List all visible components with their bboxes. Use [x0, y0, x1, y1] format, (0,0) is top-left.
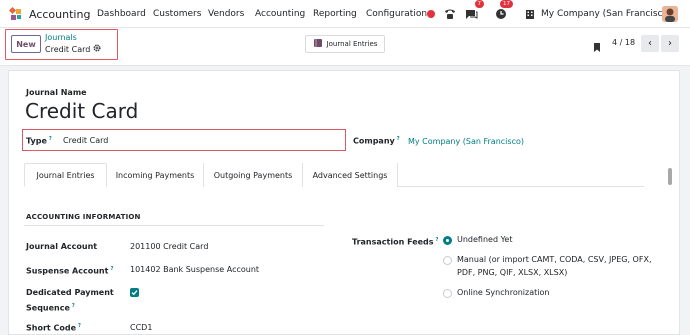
suspense-account-label-text: Suspense Account: [26, 266, 109, 276]
short-code-label-text: Short Code: [26, 323, 77, 333]
suspense-account-field[interactable]: 101402 Bank Suspense Account: [130, 265, 259, 274]
radio-manual-label-line2[interactable]: PDF, PNG, QIF, XLSX, XLSX): [457, 267, 567, 279]
smart-button-label: Journal Entries: [326, 40, 378, 48]
journal-account-label: Journal Account: [26, 242, 98, 251]
dedicated-sequence-checkbox[interactable]: [130, 288, 139, 297]
menu-configuration[interactable]: Configuration: [366, 0, 427, 28]
app-switcher-icon[interactable]: [9, 0, 23, 28]
dedicated-sequence-label: Dedicated Payment Sequence?: [26, 286, 114, 315]
pager-previous-button[interactable]: ‹: [641, 35, 659, 52]
radio-manual[interactable]: [443, 256, 452, 265]
journal-entries-smart-button[interactable]: Journal Entries: [305, 35, 385, 53]
company-label: Company?: [353, 136, 400, 146]
user-avatar[interactable]: [662, 6, 678, 22]
tab-incoming-payments[interactable]: Incoming Payments: [107, 163, 203, 187]
suspense-account-label: Suspense Account?: [26, 263, 113, 278]
section-title: ACCOUNTING INFORMATION: [26, 213, 141, 221]
phone-icon[interactable]: [444, 0, 456, 28]
breadcrumb-current-label: Credit Card: [45, 44, 91, 54]
type-field[interactable]: Credit Card: [63, 136, 108, 145]
menu-reporting[interactable]: Reporting: [313, 0, 357, 28]
transaction-feeds-label-text: Transaction Feeds: [352, 237, 434, 247]
activities-badge: 17: [500, 0, 513, 8]
radio-undefined-yet[interactable]: [443, 236, 452, 245]
book-icon: [313, 38, 323, 50]
help-tooltip-icon[interactable]: ?: [78, 323, 81, 329]
tab-outgoing-payments[interactable]: Outgoing Payments: [203, 163, 302, 187]
messages-badge: 7: [474, 0, 484, 8]
breadcrumb-journals[interactable]: Journals: [45, 33, 77, 42]
new-button[interactable]: New: [11, 35, 41, 53]
tab-advanced-settings[interactable]: Advanced Settings: [302, 163, 398, 187]
checkmark-icon: [131, 290, 138, 296]
help-tooltip-icon[interactable]: ?: [397, 136, 400, 142]
menu-dashboard[interactable]: Dashboard: [97, 0, 146, 28]
recording-indicator[interactable]: [427, 0, 435, 28]
chevron-left-icon: ‹: [648, 38, 652, 49]
dedicated-sequence-label-line2: Sequence: [26, 303, 70, 313]
company-label-text: Company: [353, 136, 395, 146]
radio-undefined-yet-label[interactable]: Undefined Yet: [457, 234, 512, 246]
top-navbar: Accounting Dashboard Customers Vendors A…: [0, 0, 690, 28]
type-label: Type?: [26, 136, 52, 146]
app-name[interactable]: Accounting: [29, 0, 90, 28]
radio-online-sync[interactable]: [443, 289, 452, 298]
company-switcher-icon[interactable]: [525, 0, 535, 28]
pager-value[interactable]: 4 / 18: [612, 38, 635, 47]
help-tooltip-icon[interactable]: ?: [49, 136, 52, 142]
journal-account-field[interactable]: 201100 Credit Card: [130, 242, 208, 251]
help-tooltip-icon[interactable]: ?: [436, 237, 439, 243]
company-field[interactable]: My Company (San Francisco): [408, 137, 524, 146]
bookmark-icon[interactable]: [592, 38, 602, 57]
journal-name-label: Journal Name: [26, 88, 87, 97]
short-code-field[interactable]: CCD1: [130, 323, 152, 332]
type-label-text: Type: [26, 136, 47, 146]
help-tooltip-icon[interactable]: ?: [110, 266, 113, 272]
help-tooltip-icon[interactable]: ?: [72, 303, 75, 309]
pager-next-button[interactable]: ›: [661, 35, 679, 52]
messages-icon[interactable]: 7: [465, 0, 484, 28]
short-code-label: Short Code?: [26, 320, 81, 335]
radio-online-sync-label[interactable]: Online Synchronization: [457, 287, 549, 299]
activity-clock-icon[interactable]: 17: [495, 0, 513, 28]
menu-accounting[interactable]: Accounting: [255, 0, 305, 28]
menu-vendors[interactable]: Vendors: [208, 0, 244, 28]
tab-journal-entries[interactable]: Journal Entries: [24, 163, 107, 187]
journal-name-field[interactable]: Credit Card: [25, 99, 138, 123]
section-divider: [24, 225, 324, 226]
company-name[interactable]: My Company (San Francisco): [541, 0, 671, 28]
dedicated-sequence-label-line1: Dedicated Payment: [26, 288, 114, 297]
chevron-right-icon: ›: [668, 38, 672, 49]
gear-icon[interactable]: [93, 44, 101, 54]
scrollbar[interactable]: [668, 168, 672, 185]
transaction-feeds-label: Transaction Feeds?: [352, 234, 438, 249]
radio-manual-label-line1[interactable]: Manual (or import CAMT, CODA, CSV, JPEG,…: [457, 254, 651, 266]
breadcrumb-current: Credit Card: [45, 44, 101, 54]
menu-customers[interactable]: Customers: [153, 0, 201, 28]
